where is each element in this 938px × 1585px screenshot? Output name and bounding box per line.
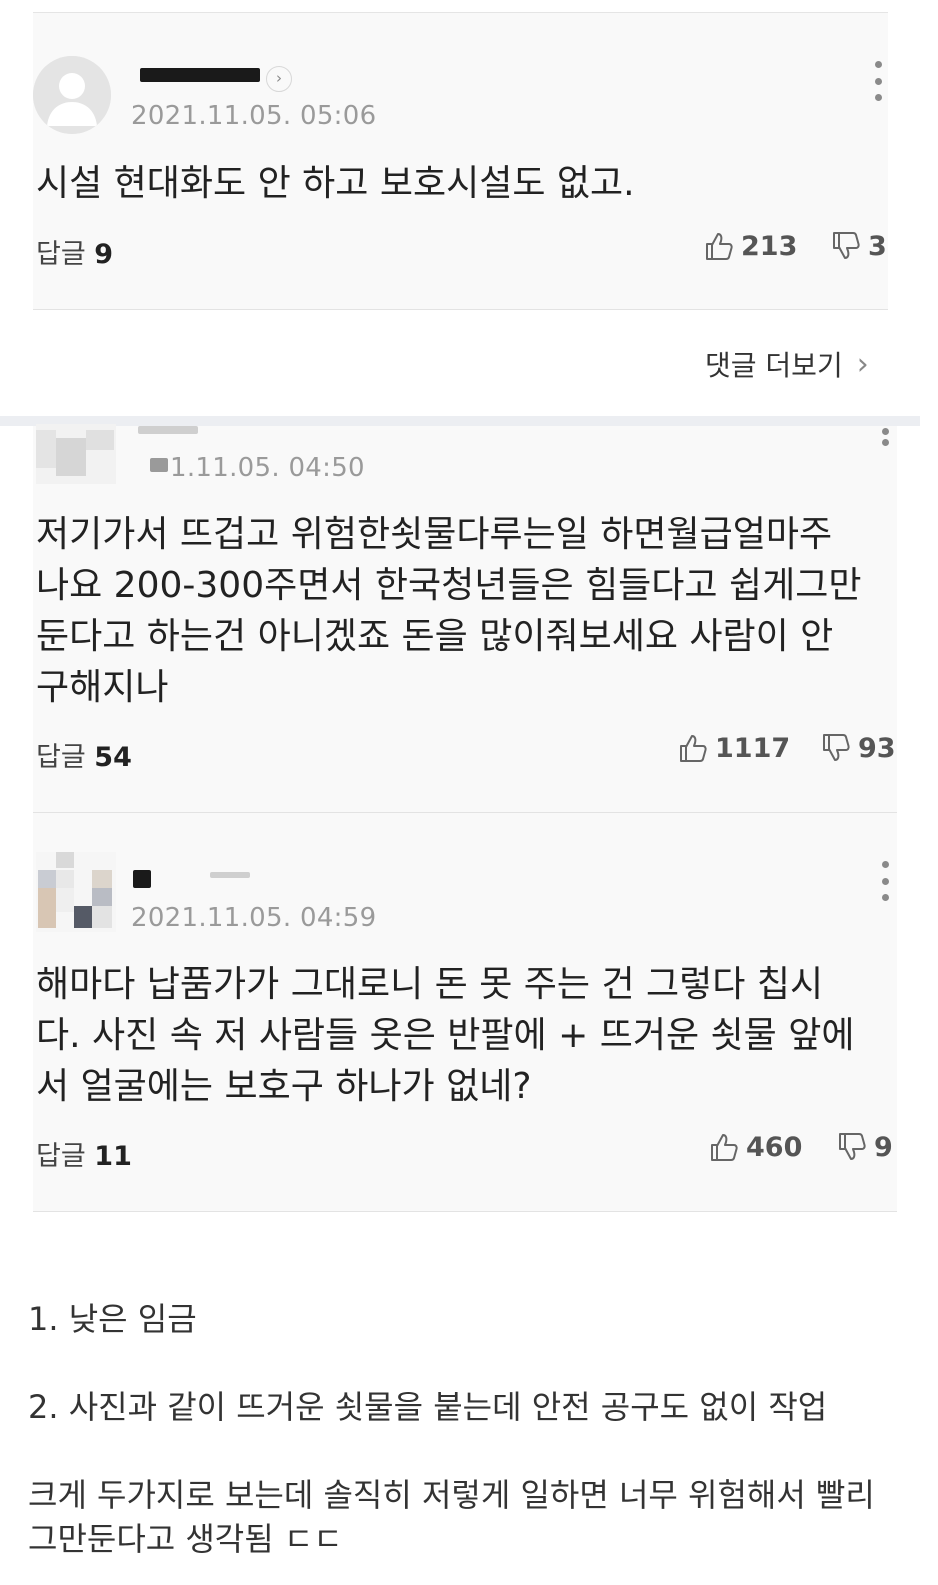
dislike-count: 9 [874,1131,893,1163]
comment-time: 2021.11.05. 04:59 [131,903,377,933]
like-button[interactable]: 460 [708,1131,802,1163]
avatar[interactable] [36,852,116,932]
like-count: 1117 [715,732,791,764]
comment-time: 2021.11.05. 05:06 [131,101,377,131]
note-line-1: 1. 낮은 임금 [28,1300,197,1338]
reply-count: 54 [94,742,132,773]
top-divider [33,12,888,13]
like-count: 213 [741,230,798,262]
dislike-count: 93 [858,732,896,764]
like-button[interactable]: 1117 [677,732,790,764]
thumbs-down-icon [823,734,850,761]
author-name-redacted-2 [210,872,250,878]
reply-label: 답글 [36,742,86,773]
dislike-button[interactable]: 3 [830,230,887,262]
chevron-right-icon[interactable]: › [266,66,292,92]
like-count: 460 [746,1131,803,1163]
thumbs-down-icon [833,232,860,259]
reply-button[interactable]: 답글 9 [36,232,113,271]
reply-count: 9 [94,239,114,270]
comment-text: 저기가서 뜨겁고 위험한쇳물다루는일 하면월급얼마주 나요 200-300주면서… [36,514,862,708]
dislike-button[interactable]: 93 [820,732,896,764]
avatar[interactable] [33,56,111,134]
section-separator [0,416,920,426]
chevron-right-icon: › [856,346,869,382]
comment-time: 1.11.05. 04:50 [170,453,365,483]
more-comments-link[interactable]: 댓글 더보기 › [705,344,869,384]
reply-button[interactable]: 답글 11 [36,1134,132,1173]
reply-label: 답글 [36,239,86,270]
note-line-2: 2. 사진과 같이 뜨거운 쇳물을 붙는데 안전 공구도 없이 작업 [28,1388,828,1426]
dislike-button[interactable]: 9 [836,1131,893,1163]
thumbs-up-icon [711,1134,738,1161]
more-options-icon[interactable] [873,61,883,101]
dislike-count: 3 [868,230,887,262]
reply-button[interactable]: 답글 54 [36,735,132,774]
author-icon-redacted [150,458,168,472]
comment-text: 해마다 납품가가 그대로니 돈 못 주는 건 그렇다 칩시 다. 사진 속 저 … [36,964,855,1107]
divider [33,1211,897,1212]
like-button[interactable]: 213 [703,230,797,262]
more-comments-label: 댓글 더보기 [705,349,843,382]
comment-text: 시설 현대화도 안 하고 보호시설도 없고. [36,163,635,204]
thumbs-up-icon [706,233,733,260]
author-name-redacted[interactable] [138,426,198,434]
thumbs-down-icon [839,1133,866,1160]
note-paragraph: 크게 두가지로 보는데 솔직히 저렇게 일하면 너무 위험해서 빨리 그만둔다고… [28,1476,875,1558]
author-name-redacted[interactable] [133,870,151,888]
reply-count: 11 [94,1141,132,1172]
thumbs-up-icon [680,735,707,762]
more-options-icon[interactable] [880,428,890,446]
default-user-icon [33,56,111,134]
reply-label: 답글 [36,1141,86,1172]
divider [33,309,888,310]
author-name-redacted[interactable] [140,68,260,82]
avatar[interactable] [36,424,116,484]
more-options-icon[interactable] [880,861,890,901]
